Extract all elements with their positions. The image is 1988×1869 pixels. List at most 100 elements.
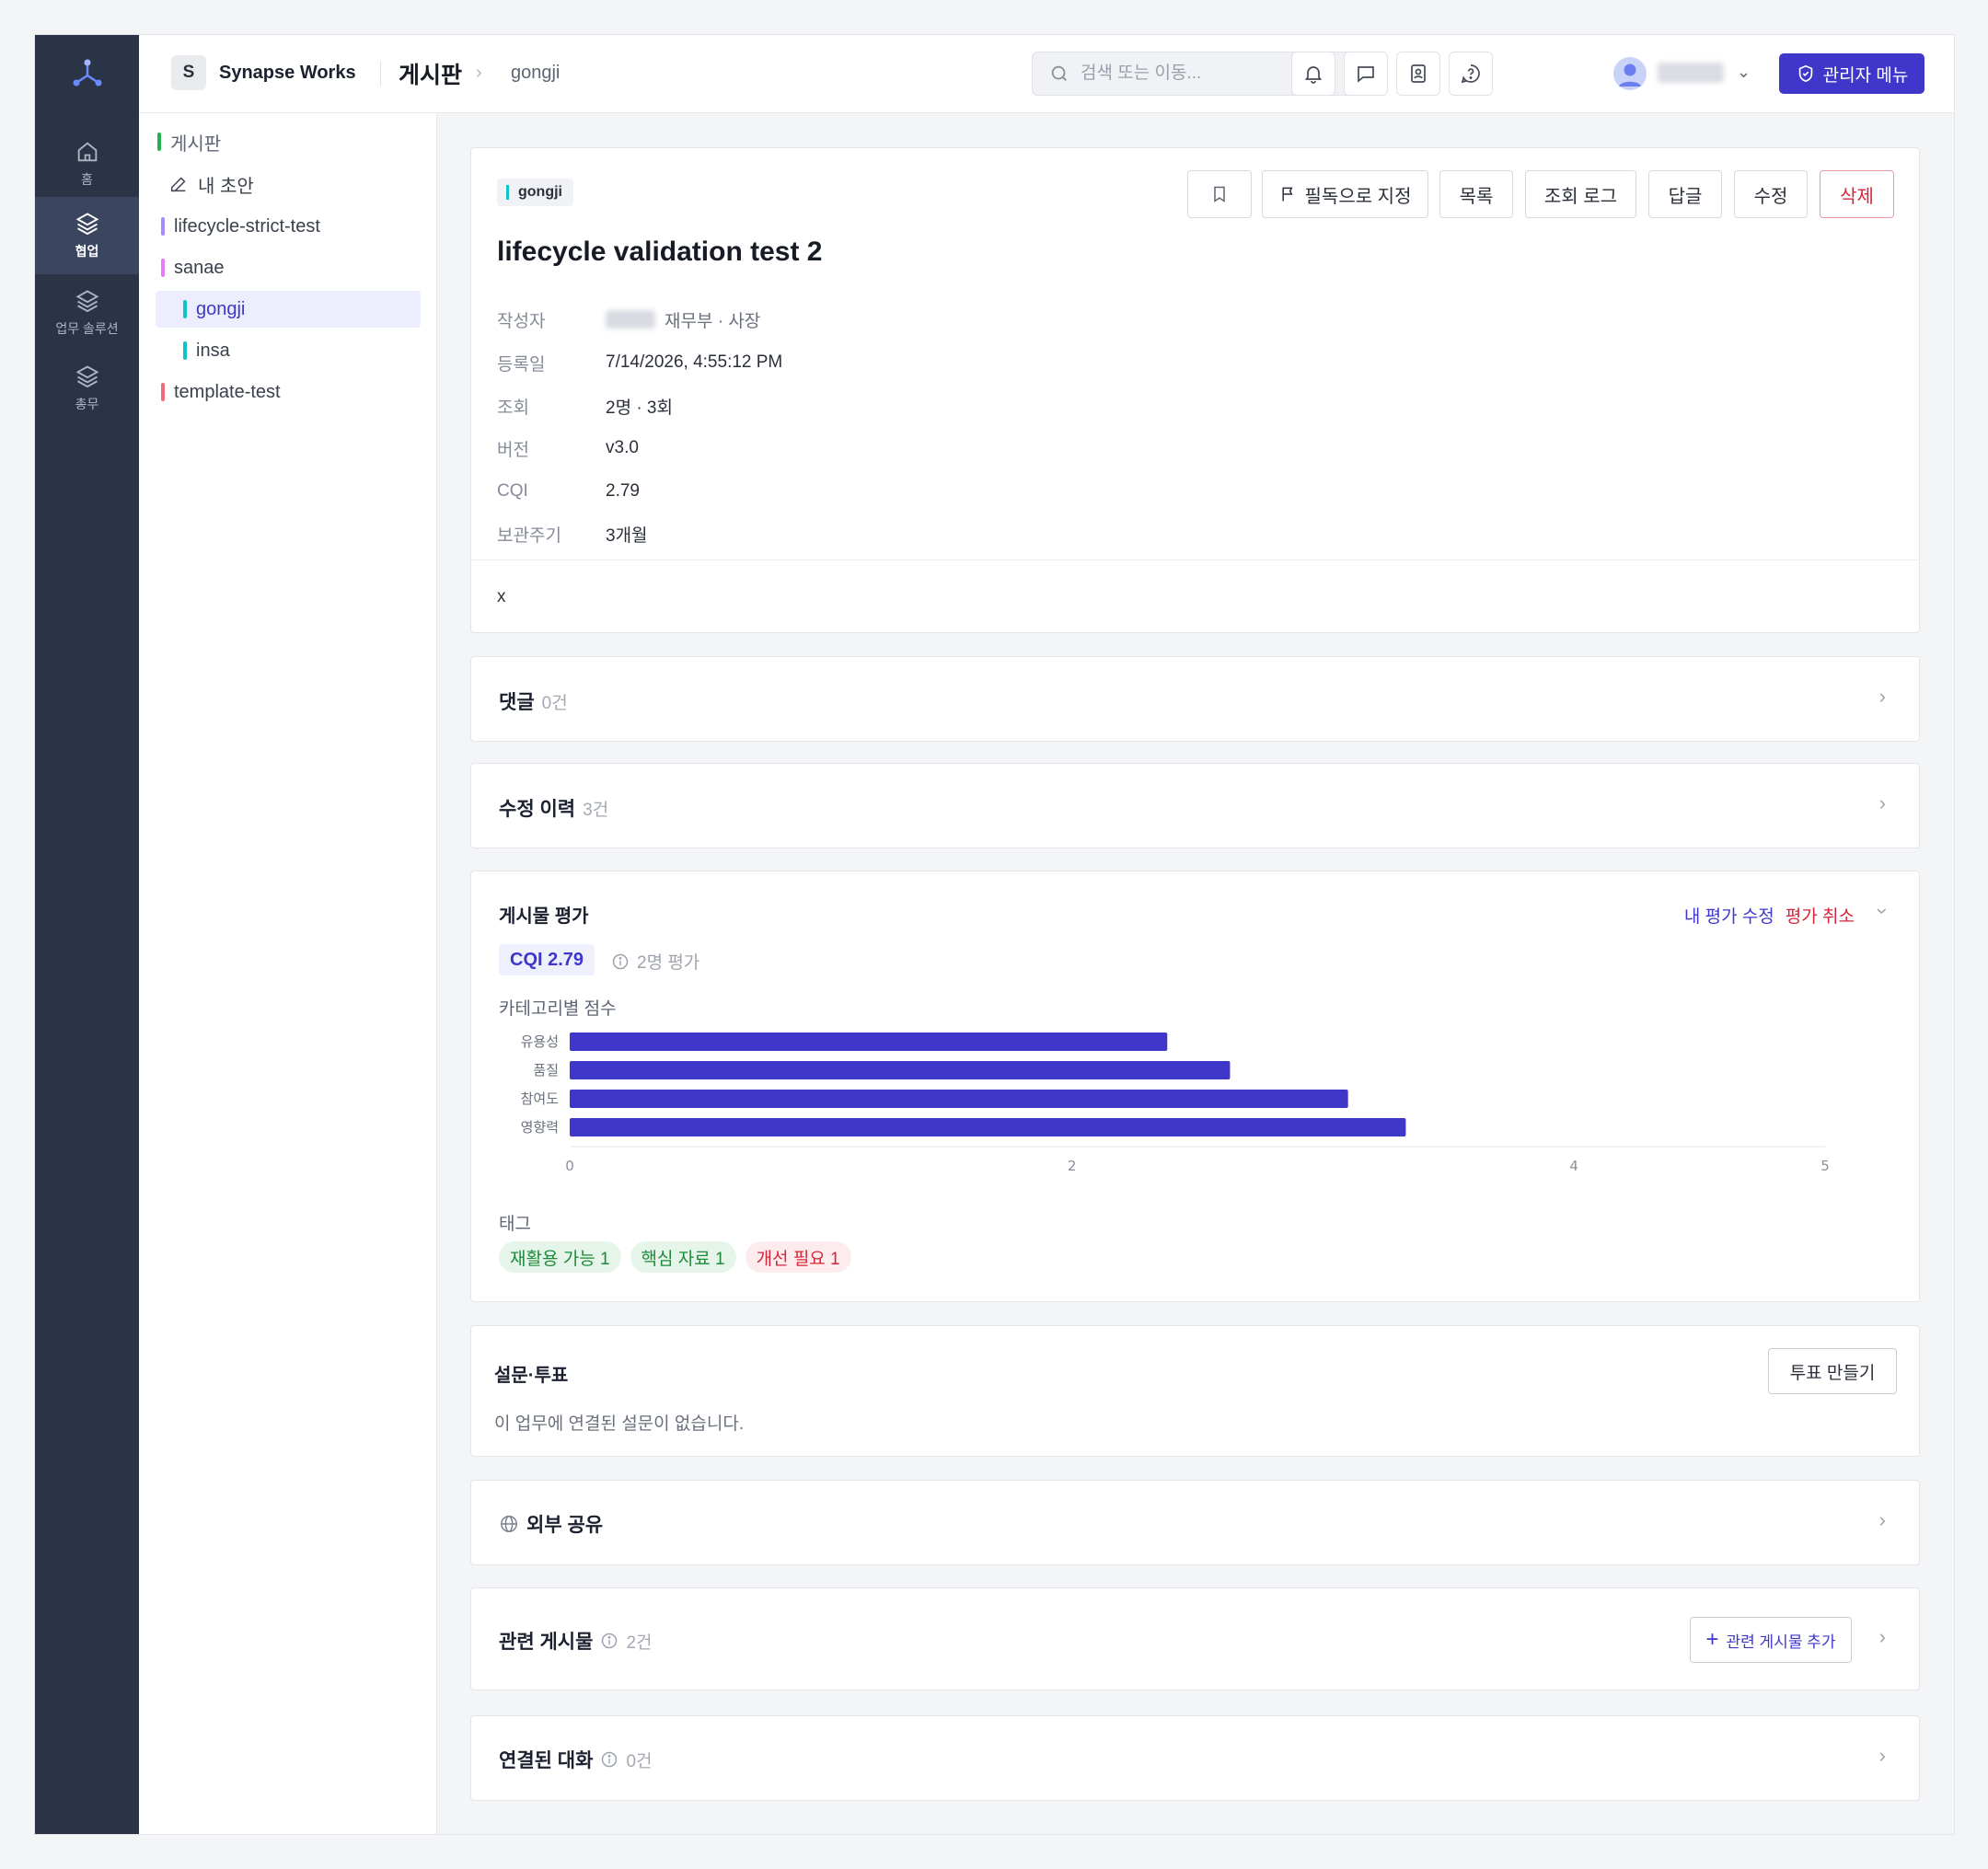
tree-item-board[interactable]: 게시판 [157, 123, 221, 160]
author-name-redacted [606, 310, 655, 329]
chevron-down-icon[interactable]: › [1870, 907, 1894, 914]
tree-item-gongji[interactable]: gongji [156, 291, 421, 328]
app-window: 홈 협업 업무 솔루션 총무 S Synapse Works 게시판 › gon… [34, 34, 1955, 1835]
user-name-redacted[interactable] [1658, 63, 1724, 83]
external-share-section[interactable]: 외부 공유 › [470, 1480, 1920, 1565]
admin-menu-label: 관리자 메뉴 [1822, 65, 1909, 86]
tree-item-template-test[interactable]: template-test [161, 374, 281, 410]
meta-label: 보관주기 [497, 525, 561, 546]
pin-required-button[interactable]: 필독으로 지정 [1262, 170, 1428, 218]
chevron-right-icon[interactable]: › [1879, 685, 1886, 709]
add-related-post-button[interactable]: + 관련 게시물 추가 [1690, 1617, 1852, 1663]
survey-title: 설문·투표 [494, 1366, 569, 1386]
create-poll-button[interactable]: 투표 만들기 [1768, 1348, 1897, 1394]
tree-item-my-drafts[interactable]: 내 초안 [168, 166, 254, 202]
tree-item-lifecycle-strict-test[interactable]: lifecycle-strict-test [161, 208, 320, 245]
comments-section[interactable]: 댓글 0건 › [470, 656, 1920, 742]
category-score-chart: 유용성품질참여도영향력 0 2 4 5 [521, 1033, 1830, 1174]
category-label: 참여도 [521, 1090, 560, 1107]
rail-item-collab[interactable]: 협업 [35, 197, 139, 274]
admin-menu-button[interactable]: 관리자 메뉴 [1779, 53, 1924, 94]
tree-item-label: insa [196, 340, 230, 361]
meta-label: CQI [497, 481, 528, 501]
add-related-post-label: 관련 게시물 추가 [1726, 1632, 1836, 1651]
bookmark-button[interactable] [1187, 170, 1252, 218]
rating-actions: 내 평가 수정 평가 취소 [1684, 903, 1855, 928]
help-button[interactable] [1449, 52, 1493, 96]
contact-book-icon [1411, 64, 1426, 83]
meta-views: 조회 2명 · 3회 [497, 392, 673, 420]
main-content: gongji 필독으로 지정 목록 조회 로그 답글 수정 삭제 lifecyc… [437, 113, 1954, 1834]
linked-conversations-section[interactable]: 연결된 대화 0건 › [470, 1715, 1920, 1801]
list-button[interactable]: 목록 [1439, 170, 1513, 218]
tree-item-sanae[interactable]: sanae [161, 249, 225, 286]
search-icon [1051, 65, 1067, 81]
score-bar [570, 1090, 1348, 1108]
color-marker [161, 259, 165, 277]
tag-chip: 핵심 자료 1 [630, 1241, 736, 1273]
pencil-icon [170, 177, 186, 192]
meta-created: 등록일 7/14/2026, 4:55:12 PM [497, 349, 782, 376]
rail-item-label: 홈 [81, 172, 93, 187]
comments-header: 댓글 0건 [499, 687, 568, 715]
view-log-button[interactable]: 조회 로그 [1525, 170, 1636, 218]
meta-label: 버전 [497, 440, 529, 460]
flag-icon [1281, 187, 1293, 202]
rail-item-home[interactable]: 홈 [35, 127, 139, 201]
delete-button[interactable]: 삭제 [1820, 170, 1894, 218]
edit-history-title: 수정 이력 [499, 799, 576, 820]
board-tag[interactable]: gongji [497, 179, 573, 206]
tag-chip: 개선 필요 1 [745, 1241, 851, 1273]
tag-list: 재활용 가능 1 핵심 자료 1 개선 필요 1 [499, 1241, 851, 1273]
avatar[interactable] [1613, 57, 1647, 90]
linked-conversations-count: 0건 [626, 1751, 653, 1771]
pin-required-label: 필독으로 지정 [1304, 186, 1412, 207]
app-logo[interactable] [35, 52, 139, 96]
page-title: 게시판 [399, 63, 463, 88]
related-posts-title: 관련 게시물 [499, 1632, 594, 1653]
plus-icon: + [1705, 1627, 1719, 1652]
rail-item-solutions[interactable]: 업무 솔루션 [35, 276, 139, 350]
chevron-right-icon[interactable]: › [1879, 1744, 1886, 1768]
reply-button[interactable]: 답글 [1648, 170, 1722, 218]
edit-history-section[interactable]: 수정 이력 3건 › [470, 763, 1920, 848]
meta-cqi: CQI 2.79 [497, 478, 640, 505]
meta-label: 조회 [497, 398, 529, 418]
layers-icon [75, 290, 98, 313]
raters-label: 2명 평가 [637, 953, 700, 973]
app-rail: 홈 협업 업무 솔루션 총무 [35, 35, 139, 1834]
breadcrumb[interactable]: gongji [511, 63, 560, 84]
edit-button[interactable]: 수정 [1734, 170, 1808, 218]
contacts-button[interactable] [1396, 52, 1440, 96]
chevron-right-icon[interactable]: › [1879, 1508, 1886, 1532]
post-title: lifecycle validation test 2 [497, 237, 823, 267]
post-body: x [497, 587, 506, 606]
tags-label: 태그 [499, 1215, 531, 1234]
chevron-right-icon[interactable]: › [1879, 791, 1886, 815]
tree-item-insa[interactable]: insa [183, 332, 230, 369]
board-tag-label: gongji [518, 184, 562, 200]
related-posts-count: 2건 [626, 1632, 653, 1653]
tree-item-label: sanae [174, 257, 225, 278]
chevron-right-icon[interactable]: › [1879, 1625, 1886, 1649]
workspace-badge[interactable]: S [171, 55, 206, 90]
x-tick-label: 4 [1569, 1158, 1578, 1174]
x-tick-label: 0 [565, 1158, 574, 1174]
info-icon [602, 1632, 618, 1649]
chevron-down-icon[interactable]: ⌄ [1737, 63, 1751, 82]
notifications-button[interactable] [1291, 52, 1335, 96]
messages-button[interactable] [1344, 52, 1388, 96]
workspace-name[interactable]: Synapse Works [219, 63, 356, 84]
rail-item-general-affairs[interactable]: 총무 [35, 352, 139, 425]
meta-value: 2.79 [606, 481, 640, 501]
edit-rating-link[interactable]: 내 평가 수정 [1684, 903, 1774, 928]
globe-icon [501, 1516, 517, 1532]
tree-item-label: 내 초안 [198, 176, 254, 197]
logo-icon [73, 59, 101, 87]
related-posts-section: 관련 게시물 2건 + 관련 게시물 추가 › [470, 1587, 1920, 1690]
color-marker [183, 341, 187, 360]
edit-history-count: 3건 [583, 800, 609, 820]
cancel-rating-link[interactable]: 평가 취소 [1786, 903, 1855, 928]
related-posts-header: 관련 게시물 2건 [499, 1627, 653, 1655]
chevron-right-icon: › [476, 63, 482, 83]
